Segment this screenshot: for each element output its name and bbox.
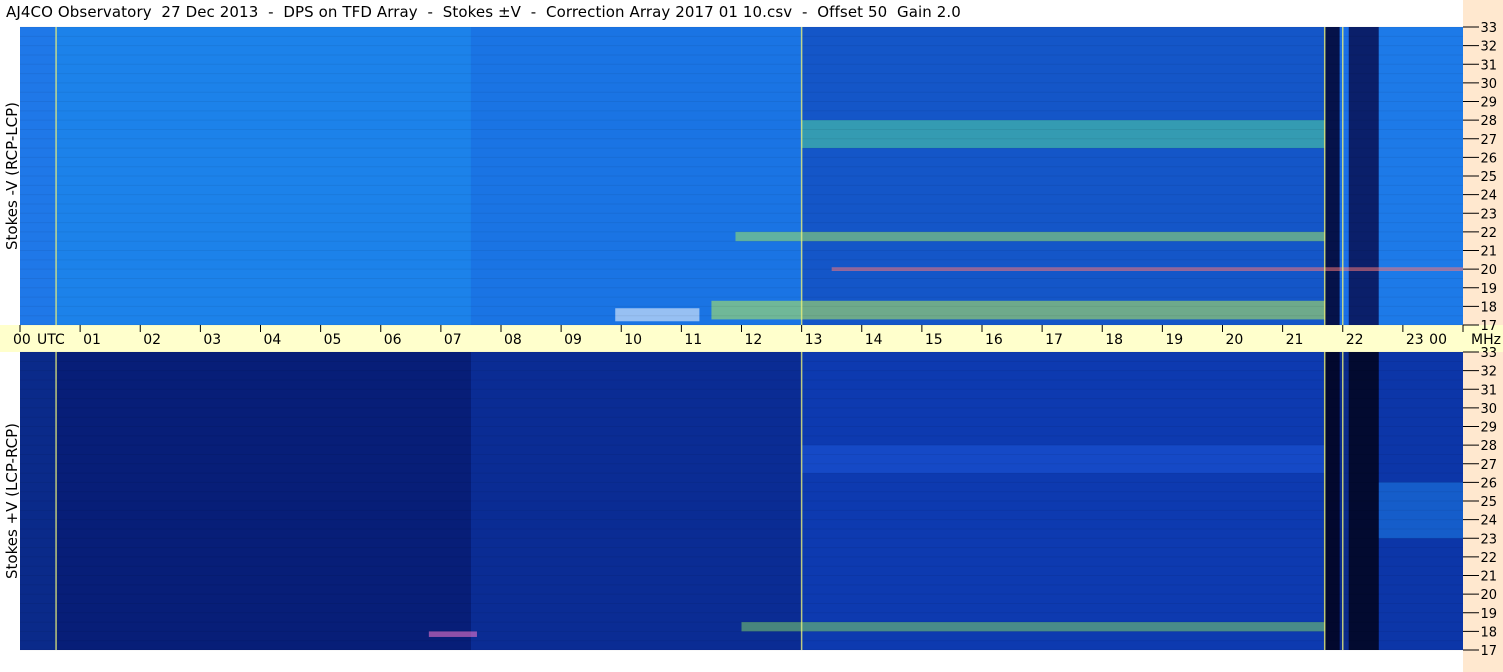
freq-tick-label: 31 [1480, 383, 1497, 398]
spectrogram-activity-2-1 [741, 622, 1325, 632]
time-tick-label: 00 [13, 332, 31, 348]
time-tick-label: 21 [1286, 332, 1304, 348]
time-tick-label: 05 [324, 332, 342, 348]
time-tick-label: 22 [1346, 332, 1364, 348]
freq-tick-label: 18 [1480, 625, 1497, 640]
freq-tick-label: 26 [1480, 476, 1497, 491]
spectrogram-activity-2-0 [801, 445, 1325, 474]
freq-tick-label: 27 [1480, 133, 1497, 148]
time-tick-label: 20 [1226, 332, 1244, 348]
time-tick-label: 01 [83, 332, 101, 348]
spectrogram-activity-1-4 [711, 300, 1325, 320]
freq-tick-label: 32 [1480, 40, 1497, 55]
freq-tick-label: 21 [1480, 245, 1497, 260]
spectrogram-activity-2-2 [428, 631, 477, 637]
freq-tick-label: 23 [1480, 532, 1497, 547]
time-tick-label: 12 [745, 332, 763, 348]
time-tick-label: 10 [624, 332, 642, 348]
freq-tick-label: 22 [1480, 226, 1497, 241]
spectrogram-activity-1-1 [735, 231, 1325, 242]
freq-tick-label: 18 [1480, 300, 1497, 315]
freq-tick-label: 27 [1480, 458, 1497, 473]
time-tick-label: 13 [805, 332, 823, 348]
freq-tick-label: 20 [1480, 263, 1497, 278]
freq-tick-label: 17 [1480, 644, 1497, 659]
time-tick-label: 18 [1105, 332, 1123, 348]
time-tick-label: 16 [985, 332, 1003, 348]
freq-tick-label: 30 [1480, 77, 1497, 92]
freq-tick-label: 29 [1480, 96, 1497, 111]
time-tick-label: 07 [444, 332, 462, 348]
freq-tick-label: 28 [1480, 114, 1497, 129]
freq-tick-label: 25 [1480, 495, 1497, 510]
time-tick-label: 08 [504, 332, 522, 348]
time-tick-label: 02 [143, 332, 161, 348]
time-tick-label: 15 [925, 332, 943, 348]
time-tick-label: 03 [203, 332, 221, 348]
freq-tick-label: 24 [1480, 514, 1497, 529]
time-tick-label: 09 [564, 332, 582, 348]
time-unit-label: UTC [37, 332, 65, 348]
time-tick-label: 00 [1429, 332, 1447, 348]
freq-tick-label: 25 [1480, 170, 1497, 185]
spectrogram-activity-1-0 [801, 120, 1325, 149]
freq-tick-label: 20 [1480, 588, 1497, 603]
time-tick-label: 04 [264, 332, 282, 348]
freq-tick-label: 23 [1480, 207, 1497, 222]
freq-tick-label: 19 [1480, 282, 1497, 297]
spectrogram-chart: 17 18 19 20 21 22 23 24 25 26 27 28 29 30 31 32 33 17 18 19… [13, 21, 1501, 659]
time-tick-label: 14 [865, 332, 883, 348]
freq-tick-label: 21 [1480, 570, 1497, 585]
freq-tick-label: 33 [1480, 21, 1497, 36]
freq-tick-label: 22 [1480, 551, 1497, 566]
freq-tick-label: 32 [1480, 365, 1497, 380]
freq-tick-label: 28 [1480, 439, 1497, 454]
time-tick-label: 11 [684, 332, 702, 348]
freq-tick-label: 26 [1480, 151, 1497, 166]
freq-tick-label: 19 [1480, 607, 1497, 622]
time-tick-label: 23 [1406, 332, 1424, 348]
time-tick-label: 19 [1165, 332, 1183, 348]
time-tick-label: 06 [384, 332, 402, 348]
freq-tick-label: 33 [1480, 346, 1497, 361]
freq-tick-label: 29 [1480, 421, 1497, 436]
freq-unit-label: MHz [1471, 332, 1501, 348]
freq-tick-label: 31 [1480, 58, 1497, 73]
time-tick-label: 17 [1045, 332, 1063, 348]
freq-tick-label: 24 [1480, 189, 1497, 204]
spectrogram-activity-1-3 [615, 308, 700, 322]
freq-tick-label: 30 [1480, 402, 1497, 417]
